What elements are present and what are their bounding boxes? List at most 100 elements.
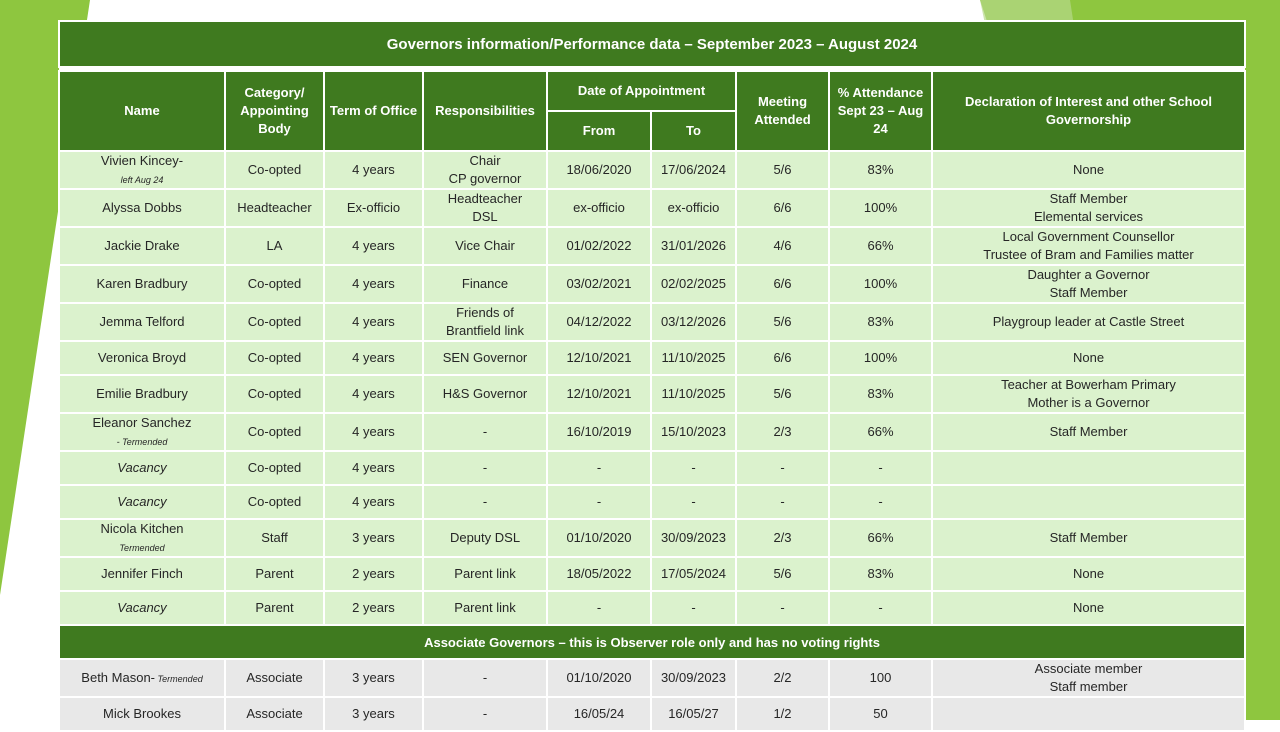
category-cell: Co-opted — [224, 302, 325, 342]
category-cell: LA — [224, 226, 325, 266]
responsibilities-cell: H&S Governor — [422, 374, 548, 414]
name-cell: Vacancy — [58, 590, 226, 626]
from-cell: 18/06/2020 — [546, 150, 652, 190]
meeting-cell: - — [735, 484, 830, 520]
from-cell: 12/10/2021 — [546, 374, 652, 414]
declaration-cell: Staff Member — [930, 412, 1247, 452]
from-cell: - — [546, 450, 652, 486]
term-cell: 4 years — [323, 374, 424, 414]
meeting-cell: 4/6 — [735, 226, 830, 266]
responsibilities-cell: Headteacher DSL — [422, 188, 548, 228]
name-cell: Jennifer Finch — [58, 556, 226, 592]
table-row: Emilie Bradbury Co-opted 4 years H&S Govern… — [58, 374, 1247, 414]
term-cell: 4 years — [323, 264, 424, 304]
responsibilities-cell: Finance — [422, 264, 548, 304]
declaration-cell: Daughter a Governor Staff Member — [930, 264, 1247, 304]
table-row: Vacancy Co-opted 4 years - - - - - — [58, 450, 1247, 486]
from-cell: 01/02/2022 — [546, 226, 652, 266]
declaration-cell: None — [930, 590, 1247, 626]
name-cell: Jemma Telford — [58, 302, 226, 342]
attendance-cell: 66% — [828, 518, 933, 558]
to-cell: 16/05/27 — [650, 696, 737, 732]
to-cell: 11/10/2025 — [650, 340, 737, 376]
name-cell: Mick Brookes — [58, 696, 226, 732]
header-responsibilities: Responsibilities — [422, 70, 548, 152]
header-category: Category/ Appointing Body — [224, 70, 325, 152]
meeting-cell: 5/6 — [735, 150, 830, 190]
declaration-cell — [930, 484, 1247, 520]
table-row: Vacancy Co-opted 4 years - - - - - — [58, 484, 1247, 520]
term-cell: 3 years — [323, 696, 424, 732]
term-cell: 4 years — [323, 412, 424, 452]
from-cell: 16/10/2019 — [546, 412, 652, 452]
meeting-cell: - — [735, 450, 830, 486]
meeting-cell: 5/6 — [735, 302, 830, 342]
responsibilities-cell: Deputy DSL — [422, 518, 548, 558]
name-cell: Nicola Kitchen Termended — [58, 518, 226, 558]
category-cell: Parent — [224, 556, 325, 592]
term-cell: 3 years — [323, 518, 424, 558]
to-cell: 02/02/2025 — [650, 264, 737, 304]
attendance-cell: 100% — [828, 264, 933, 304]
term-cell: 3 years — [323, 658, 424, 698]
declaration-cell: Associate member Staff member — [930, 658, 1247, 698]
term-cell: 4 years — [323, 150, 424, 190]
from-cell: - — [546, 590, 652, 626]
to-cell: - — [650, 450, 737, 486]
term-cell: 4 years — [323, 450, 424, 486]
table-row: Nicola Kitchen Termended Staff 3 years Deput… — [58, 518, 1247, 558]
header-date-of-appointment: Date of Appointment — [546, 70, 737, 112]
table-row: Veronica Broyd Co-opted 4 years SEN Governo… — [58, 340, 1247, 376]
associate-row: Mick Brookes Associate 3 years -16/05/24 16/… — [58, 696, 1247, 732]
table-row: Eleanor Sanchez - Termended Co-opted 4 year… — [58, 412, 1247, 452]
meeting-cell: 6/6 — [735, 264, 830, 304]
category-cell: Co-opted — [224, 264, 325, 304]
responsibilities-cell: - — [422, 484, 548, 520]
meeting-cell: 2/3 — [735, 518, 830, 558]
declaration-cell: Playgroup leader at Castle Street — [930, 302, 1247, 342]
name-cell: Eleanor Sanchez - Termended — [58, 412, 226, 452]
declaration-cell: None — [930, 150, 1247, 190]
header-meeting: Meeting Attended — [735, 70, 830, 152]
to-cell: 15/10/2023 — [650, 412, 737, 452]
category-cell: Headteacher — [224, 188, 325, 228]
category-cell: Associate — [224, 658, 325, 698]
header-attendance: % Attendance Sept 23 – Aug 24 — [828, 70, 933, 152]
attendance-cell: 83% — [828, 150, 933, 190]
meeting-cell: 6/6 — [735, 340, 830, 376]
term-cell: 4 years — [323, 340, 424, 376]
table-row: Jemma Telford Co-opted 4 years Friends of Br… — [58, 302, 1247, 342]
declaration-cell: None — [930, 340, 1247, 376]
attendance-cell: 100 — [828, 658, 933, 698]
term-cell: 2 years — [323, 556, 424, 592]
meeting-cell: 2/3 — [735, 412, 830, 452]
attendance-cell: 83% — [828, 302, 933, 342]
term-cell: 2 years — [323, 590, 424, 626]
name-cell: Vacancy — [58, 484, 226, 520]
governors-table: Governors information/Performance data –… — [57, 20, 1247, 732]
governors-table-container: Governors information/Performance data –… — [57, 20, 1247, 732]
responsibilities-cell: - — [422, 450, 548, 486]
to-cell: 30/09/2023 — [650, 518, 737, 558]
meeting-cell: 6/6 — [735, 188, 830, 228]
header-to: To — [650, 110, 737, 152]
name-cell: Vivien Kincey-left Aug 24 — [58, 150, 226, 190]
to-cell: ex-officio — [650, 188, 737, 228]
category-cell: Co-opted — [224, 340, 325, 376]
attendance-cell: 66% — [828, 412, 933, 452]
to-cell: 11/10/2025 — [650, 374, 737, 414]
category-cell: Co-opted — [224, 150, 325, 190]
associate-heading: Associate Governors – this is Observer r… — [57, 624, 1247, 660]
table-row: Jennifer Finch Parent 2 years Parent link 18… — [58, 556, 1247, 592]
category-cell: Parent — [224, 590, 325, 626]
table-row: Vivien Kincey-left Aug 24 Co-opted 4 years… — [58, 150, 1247, 190]
responsibilities-cell: - — [422, 696, 548, 732]
from-cell: 01/10/2020 — [546, 518, 652, 558]
table-row: Vacancy Parent 2 years Parent link - - - - None — [58, 590, 1247, 626]
category-cell: Co-opted — [224, 374, 325, 414]
table-title: Governors information/Performance data –… — [57, 20, 1247, 68]
attendance-cell: 83% — [828, 556, 933, 592]
attendance-cell: 50 — [828, 696, 933, 732]
declaration-cell — [930, 450, 1247, 486]
to-cell: - — [650, 590, 737, 626]
